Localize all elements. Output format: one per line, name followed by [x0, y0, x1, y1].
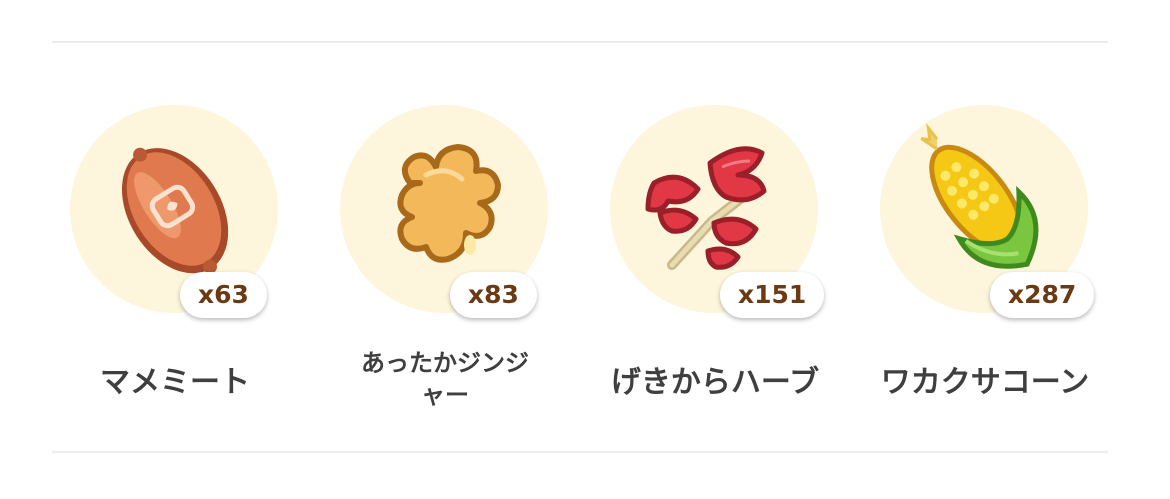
count-badge: x63	[180, 272, 267, 318]
count-badge: x83	[450, 272, 537, 318]
top-divider	[52, 41, 1108, 43]
ingredient-card-fiery-herb[interactable]: x151 げきからハーブ	[590, 105, 840, 425]
ingredient-card-bean-sausage[interactable]: x63 マメミート	[50, 105, 300, 425]
count-badge: x287	[990, 272, 1095, 318]
ingredient-name: ワカクサコーン	[880, 365, 1090, 400]
ingredient-name: げきからハーブ	[610, 365, 820, 400]
ingredient-card-greengrass-corn[interactable]: x287 ワカクサコーン	[860, 105, 1110, 425]
count-badge: x151	[720, 272, 825, 318]
ingredient-name: あったかジンジャー	[361, 349, 529, 409]
bottom-divider	[52, 451, 1108, 453]
ingredient-card-warming-ginger[interactable]: x83 あったかジンジャー	[320, 105, 570, 425]
ingredient-name: マメミート	[100, 365, 250, 400]
